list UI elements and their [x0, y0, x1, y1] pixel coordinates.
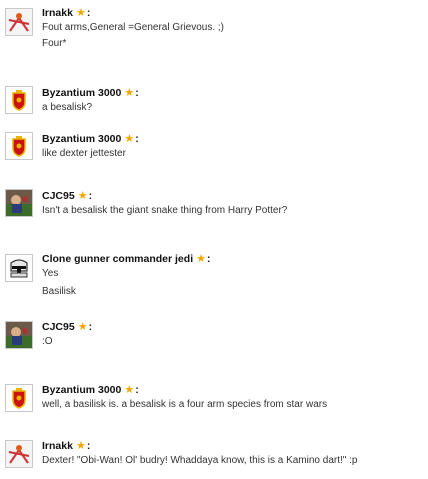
post-text: Basilisk	[42, 286, 76, 297]
star-icon: ★	[77, 190, 88, 202]
post-text: Isn't a besalisk the giant snake thing f…	[42, 205, 288, 216]
irnakk-avatar[interactable]	[5, 440, 33, 468]
username[interactable]: Byzantium 3000 ★:	[42, 383, 139, 396]
post-text: :O	[42, 336, 53, 347]
irnakk-avatar[interactable]	[5, 8, 33, 36]
crest-avatar[interactable]	[5, 384, 33, 412]
star-icon: ★	[75, 7, 86, 19]
star-icon: ★	[124, 87, 135, 99]
clone-avatar[interactable]	[5, 254, 33, 282]
username[interactable]: Clone gunner commander jedi ★:	[42, 252, 210, 265]
post-text: Dexter! "Obi-Wan! Ol' budry! Whaddaya kn…	[42, 455, 358, 466]
username[interactable]: CJC95 ★:	[42, 189, 92, 202]
star-icon: ★	[196, 253, 206, 265]
cjc95-avatar[interactable]	[5, 189, 33, 217]
post-text: Four*	[42, 38, 67, 49]
post-text: well, a basilisk is. a besalisk is a fou…	[42, 399, 328, 410]
username[interactable]: CJC95 ★:	[42, 320, 92, 333]
star-icon: ★	[77, 321, 88, 333]
crest-avatar[interactable]	[5, 86, 33, 114]
star-icon: ★	[124, 133, 135, 145]
crest-avatar[interactable]	[5, 132, 33, 160]
username[interactable]: Irnakk ★:	[42, 6, 90, 19]
username[interactable]: Byzantium 3000 ★:	[42, 132, 139, 145]
username[interactable]: Byzantium 3000 ★:	[42, 86, 139, 99]
star-icon: ★	[124, 384, 135, 396]
star-icon: ★	[75, 440, 86, 452]
post-text: Yes	[42, 268, 59, 279]
username[interactable]: Irnakk ★:	[42, 439, 90, 452]
post-text: like dexter jettester	[42, 148, 126, 159]
cjc95-avatar[interactable]	[5, 321, 33, 349]
post-text: Fout arms,General =General Grievous. ;)	[42, 22, 225, 33]
post-text: a besalisk?	[42, 102, 93, 113]
